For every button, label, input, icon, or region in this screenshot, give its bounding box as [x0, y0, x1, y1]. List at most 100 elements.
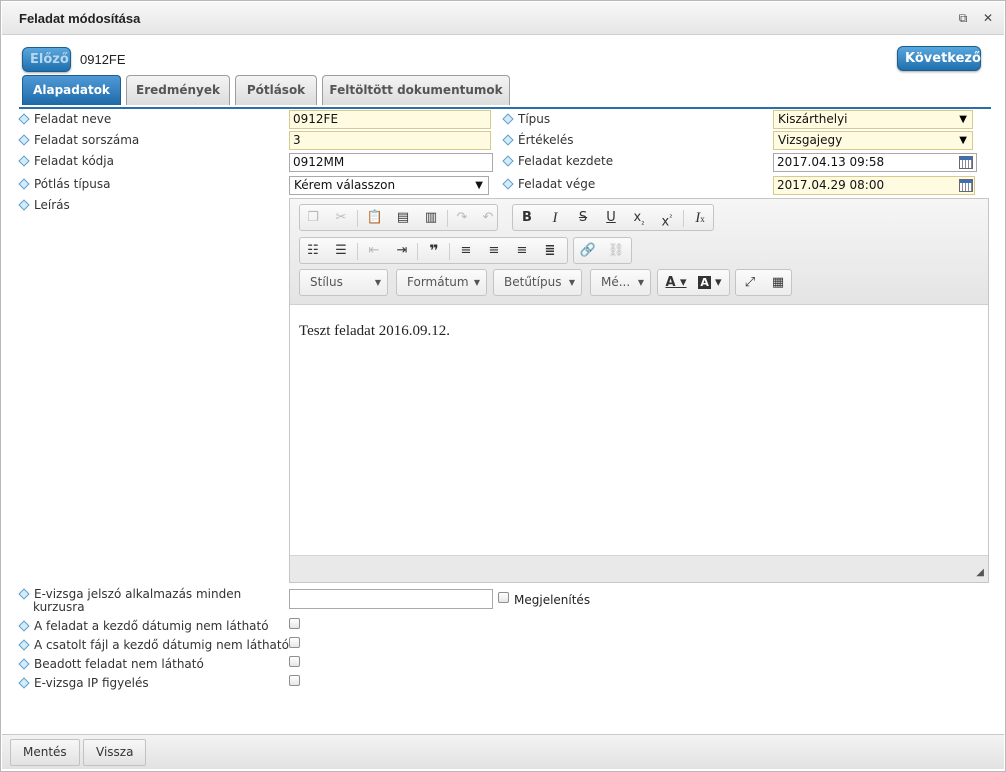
evizsga-password-input[interactable]: [289, 589, 493, 609]
toolbar-separator: [447, 210, 448, 227]
diamond-icon: [18, 658, 30, 670]
style-combo[interactable]: Stílus ▼: [299, 269, 388, 296]
justify-icon[interactable]: ≣: [539, 241, 561, 261]
size-combo[interactable]: Mé... ▼: [590, 269, 651, 296]
underline-icon[interactable]: U: [600, 208, 622, 228]
diamond-icon: [502, 155, 514, 167]
end-date-input[interactable]: 2017.04.29 08:00: [773, 176, 975, 195]
show-label: Megjelenítés: [514, 593, 591, 607]
type-select[interactable]: Kiszárthelyi ▼: [773, 110, 973, 129]
diamond-icon: [502, 113, 514, 125]
description-label: Leírás: [18, 198, 70, 212]
paste-text-icon[interactable]: ▤: [392, 208, 414, 228]
diamond-icon: [18, 588, 30, 600]
prev-button[interactable]: Előző: [22, 47, 71, 72]
align-center-icon[interactable]: ≡: [483, 241, 505, 261]
remove-format-icon[interactable]: Ix: [689, 208, 711, 228]
bg-color-icon[interactable]: A ▾: [694, 273, 726, 293]
strikethrough-icon[interactable]: S: [572, 208, 594, 228]
task-code-input[interactable]: 0912MM: [289, 153, 493, 172]
task-name-input[interactable]: 0912FE: [289, 110, 491, 129]
align-right-icon[interactable]: ≡: [511, 241, 533, 261]
back-button[interactable]: Vissza: [83, 739, 147, 766]
toolbar-separator: [357, 243, 358, 260]
diamond-icon: [18, 620, 30, 632]
resize-handle-icon[interactable]: ◢: [976, 567, 984, 578]
paste-icon[interactable]: 📋: [364, 208, 386, 228]
calendar-icon[interactable]: [959, 179, 973, 192]
attachment-hidden-label: A csatolt fájl a kezdő dátumig nem látha…: [18, 638, 289, 652]
paragraph-group: ☷ ☰ ⇤ ⇥ ❞ ≡ ≡ ≡ ≣: [299, 237, 568, 264]
description-editor: ❐ ✂ 📋 ▤ ▥ ↷ ↶ B I S U x₂ x² Ix ☷ ☰ ⇤ ⇥ ❞…: [289, 198, 989, 583]
task-seq-input[interactable]: 3: [289, 131, 491, 150]
makeup-type-label: Pótlás típusa: [18, 177, 110, 191]
show-checkbox[interactable]: [498, 592, 509, 603]
evizsga-password-label: E-vizsga jelszó alkalmazás minden kurzusr…: [18, 588, 241, 614]
table-icon[interactable]: ▦: [767, 273, 789, 293]
bulleted-list-icon[interactable]: ☰: [330, 241, 352, 261]
copy-icon[interactable]: ❐: [302, 208, 324, 228]
clipboard-group: ❐ ✂ 📋 ▤ ▥ ↷ ↶: [299, 204, 498, 231]
blockquote-icon[interactable]: ❞: [423, 241, 445, 261]
tab-potlasok[interactable]: Pótlások: [235, 75, 317, 105]
task-name-label: Feladat neve: [18, 112, 111, 126]
tab-alapadatok[interactable]: Alapadatok: [22, 75, 121, 105]
caret-down-icon: ▼: [637, 278, 644, 287]
popout-icon[interactable]: ⧉: [955, 10, 971, 26]
dropdown-arrow-icon: ▼: [959, 114, 967, 125]
diamond-icon: [502, 178, 514, 190]
dialog-title: Feladat módosítása: [19, 11, 141, 26]
ip-watch-checkbox[interactable]: [289, 675, 300, 686]
end-label: Feladat vége: [502, 177, 595, 191]
makeup-type-select[interactable]: Kérem válasszon ▼: [289, 176, 489, 195]
text-color-icon[interactable]: A ▾: [660, 273, 692, 293]
bold-icon[interactable]: B: [516, 208, 538, 228]
diamond-icon: [18, 113, 30, 125]
caret-down-icon: ▼: [568, 278, 575, 287]
superscript-icon[interactable]: x²: [656, 208, 678, 229]
diamond-icon: [502, 134, 514, 146]
tab-feltoltott-dokumentumok[interactable]: Feltöltött dokumentumok: [322, 75, 510, 105]
dropdown-arrow-icon: ▼: [959, 135, 967, 146]
undo-icon[interactable]: ↶: [477, 208, 499, 228]
save-button[interactable]: Mentés: [10, 739, 80, 766]
editor-footer: ◢: [290, 555, 988, 582]
start-date-input[interactable]: 2017.04.13 09:58: [773, 153, 977, 172]
submitted-hidden-label: Beadott feladat nem látható: [18, 657, 204, 671]
editor-toolbar: ❐ ✂ 📋 ▤ ▥ ↷ ↶ B I S U x₂ x² Ix ☷ ☰ ⇤ ⇥ ❞…: [290, 199, 988, 305]
diamond-icon: [18, 639, 30, 651]
caret-down-icon: ▼: [374, 278, 381, 287]
paste-word-icon[interactable]: ▥: [420, 208, 442, 228]
maximize-icon[interactable]: ⤢: [739, 273, 761, 293]
calendar-icon[interactable]: [959, 156, 973, 169]
hide-until-start-checkbox[interactable]: [289, 618, 300, 629]
font-combo[interactable]: Betűtípus ▼: [493, 269, 582, 296]
dialog-titlebar: Feladat módosítása ⧉ ✕: [2, 2, 1004, 35]
align-left-icon[interactable]: ≡: [455, 241, 477, 261]
task-code: 0912FE: [80, 52, 126, 67]
evaluation-label: Értékelés: [502, 133, 573, 147]
type-label: Típus: [502, 112, 550, 126]
indent-icon[interactable]: ⇥: [391, 241, 413, 261]
subscript-icon[interactable]: x₂: [628, 208, 650, 228]
color-group: A ▾ A ▾: [657, 269, 730, 296]
numbered-list-icon[interactable]: ☷: [302, 241, 324, 261]
close-icon[interactable]: ✕: [980, 10, 996, 26]
tab-eredmenyek[interactable]: Eredmények: [126, 75, 230, 105]
outdent-icon[interactable]: ⇤: [363, 241, 385, 261]
evaluation-select[interactable]: Vizsgajegy ▼: [773, 131, 973, 150]
submitted-hidden-checkbox[interactable]: [289, 656, 300, 667]
diamond-icon: [18, 677, 30, 689]
diamond-icon: [18, 155, 30, 167]
link-icon[interactable]: 🔗: [577, 241, 599, 261]
format-combo[interactable]: Formátum ▼: [396, 269, 487, 296]
unlink-icon[interactable]: ⛓: [605, 241, 627, 261]
cut-icon[interactable]: ✂: [330, 208, 352, 228]
attachment-hidden-checkbox[interactable]: [289, 637, 300, 648]
toolbar-separator: [449, 243, 450, 260]
next-button[interactable]: Következő: [897, 46, 981, 71]
editor-content[interactable]: Teszt feladat 2016.09.12.: [299, 323, 450, 340]
dropdown-arrow-icon: ▼: [475, 180, 483, 191]
redo-icon[interactable]: ↷: [451, 208, 473, 228]
italic-icon[interactable]: I: [544, 208, 566, 228]
